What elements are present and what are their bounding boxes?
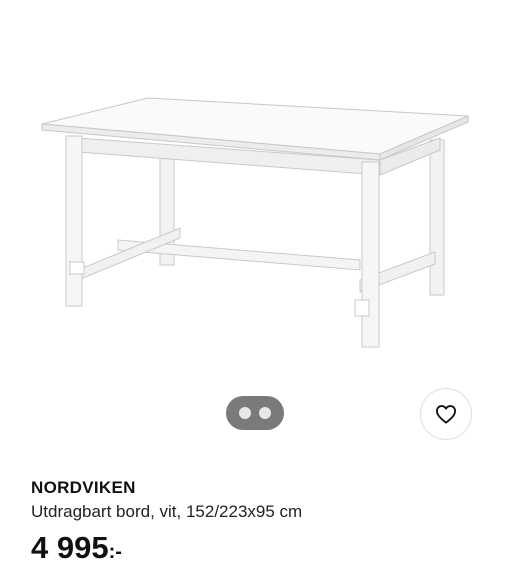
carousel-dot-1[interactable] <box>239 407 251 419</box>
price-value: 4 995 <box>31 530 109 565</box>
image-carousel-indicator[interactable] <box>226 396 284 430</box>
price-suffix: :- <box>108 541 122 563</box>
product-description: Utdragbart bord, vit, 152/223x95 cm <box>31 502 303 521</box>
carousel-dot-2[interactable] <box>259 407 271 419</box>
product-price: 4 995:- <box>31 530 122 570</box>
heart-outline-icon <box>435 405 456 424</box>
favorite-button[interactable] <box>420 388 472 440</box>
product-name[interactable]: NORDVIKEN <box>31 478 136 498</box>
product-image[interactable] <box>30 80 480 360</box>
